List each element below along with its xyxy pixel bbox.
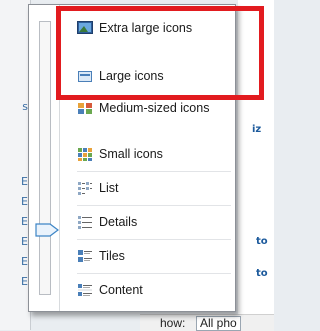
background-file-list: s E E E E E E bbox=[0, 0, 31, 330]
show-filter-bar: how: All pho bbox=[140, 314, 274, 331]
background-text-fragment: E bbox=[21, 175, 28, 188]
small-icons-icon bbox=[78, 148, 92, 161]
menu-item-label: Small icons bbox=[99, 147, 163, 161]
background-text-fragment: iz bbox=[252, 124, 262, 135]
menu-item-label: Tiles bbox=[99, 249, 125, 263]
menu-item-list[interactable]: List bbox=[77, 177, 118, 199]
view-size-slider-thumb[interactable] bbox=[35, 223, 59, 237]
menu-item-small-icons[interactable]: Small icons bbox=[77, 143, 163, 165]
menu-separator bbox=[77, 171, 231, 172]
background-text-fragment: E bbox=[21, 275, 28, 288]
menu-item-label: List bbox=[99, 181, 119, 195]
menu-item-label: Content bbox=[99, 283, 143, 297]
menu-item-content[interactable]: Content bbox=[77, 279, 143, 301]
background-text-fragment: s bbox=[22, 100, 28, 113]
background-text-fragment: to bbox=[256, 236, 268, 247]
menu-separator bbox=[77, 205, 231, 206]
menu-separator bbox=[77, 239, 231, 240]
list-icon bbox=[78, 182, 92, 195]
annotation-highlight-box bbox=[56, 6, 264, 100]
tiles-icon bbox=[78, 250, 92, 262]
content-icon bbox=[78, 284, 92, 296]
menu-separator bbox=[77, 273, 231, 274]
background-text-fragment: E bbox=[21, 195, 28, 208]
medium-icons-icon bbox=[78, 103, 92, 114]
background-text-fragment: E bbox=[21, 215, 28, 228]
background-text-fragment: E bbox=[21, 255, 28, 268]
background-text-fragment: to bbox=[256, 268, 268, 279]
details-icon bbox=[78, 216, 92, 229]
show-filter-label: how: bbox=[160, 316, 186, 330]
menu-item-tiles[interactable]: Tiles bbox=[77, 245, 125, 267]
menu-item-medium-icons[interactable]: Medium-sized icons bbox=[77, 97, 209, 119]
show-filter-dropdown[interactable]: All pho bbox=[196, 316, 241, 331]
view-size-slider-track[interactable] bbox=[39, 21, 51, 295]
menu-item-label: Medium-sized icons bbox=[99, 101, 210, 115]
menu-item-details[interactable]: Details bbox=[77, 211, 137, 233]
menu-item-label: Details bbox=[99, 215, 138, 229]
background-text-fragment: E bbox=[21, 235, 28, 248]
